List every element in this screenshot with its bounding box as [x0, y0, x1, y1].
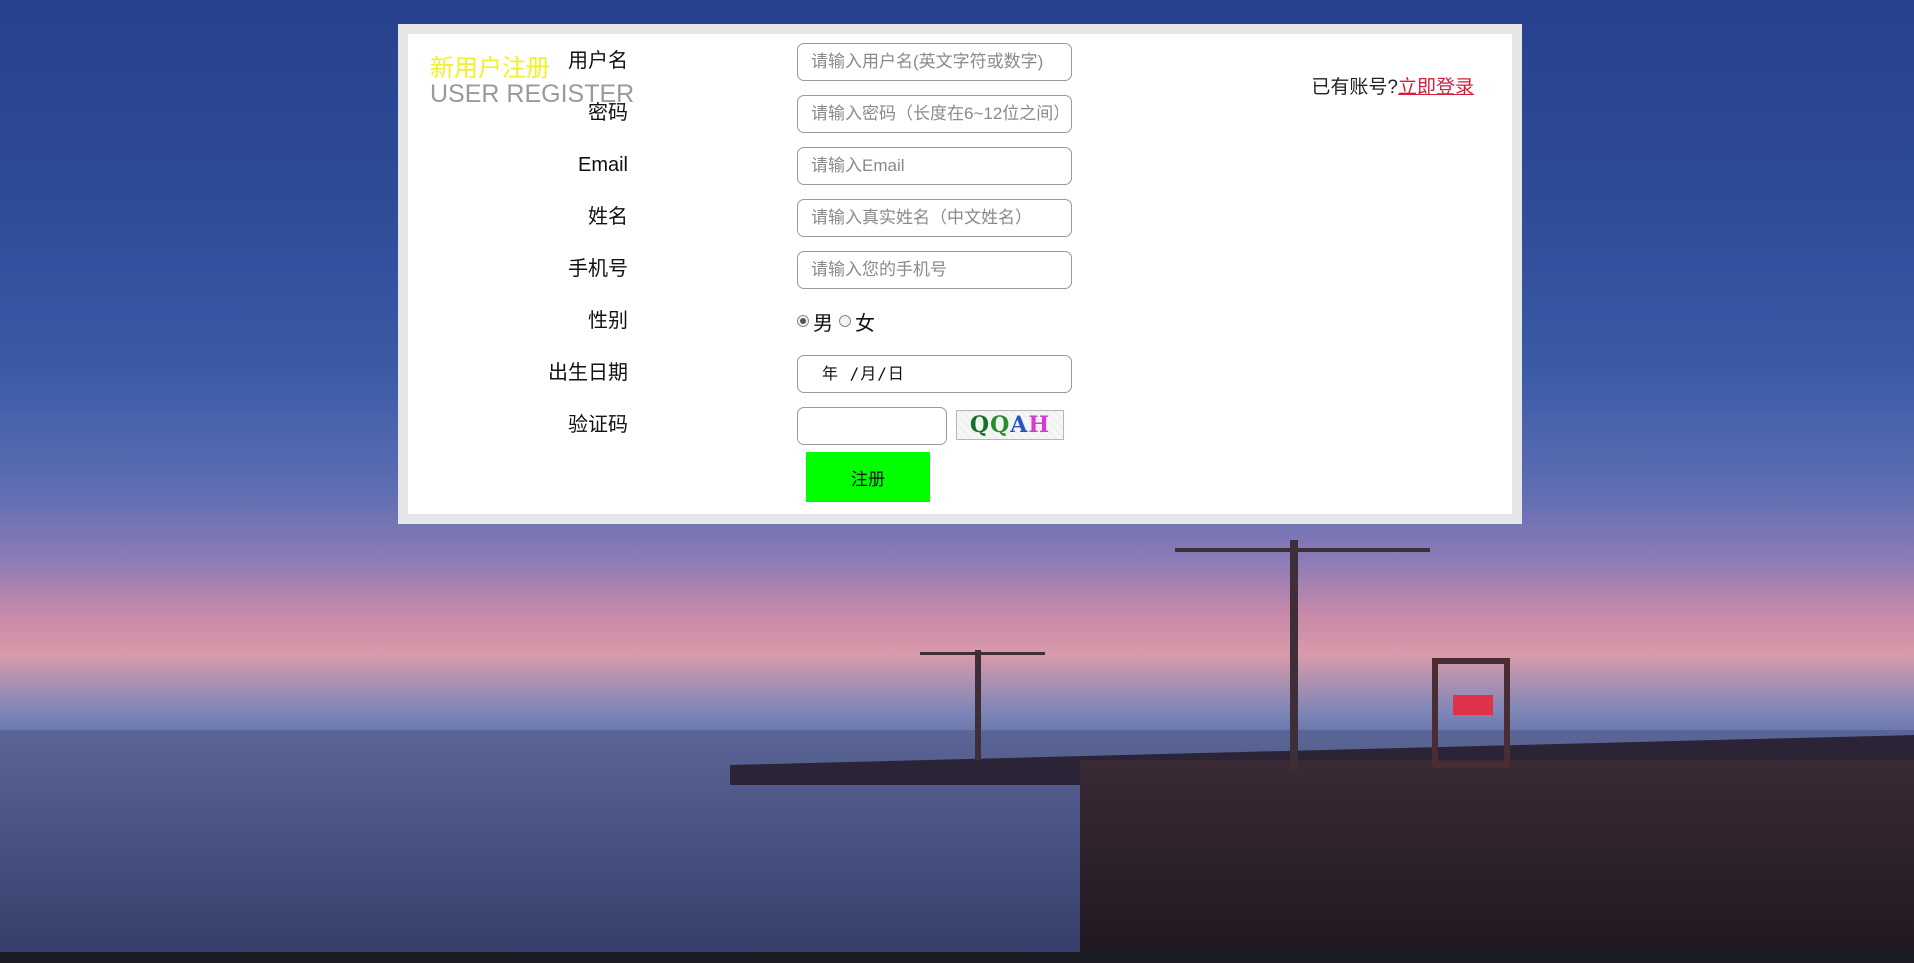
captcha-row: 验证码 QQAH — [408, 405, 1108, 445]
phone-input[interactable] — [797, 251, 1072, 289]
background-light-pole-small-bar — [920, 652, 1045, 655]
gender-female-label[interactable]: 女 — [855, 307, 875, 336]
taskbar — [0, 952, 1914, 963]
username-row: 用户名 — [408, 41, 1108, 81]
gender-row: 性别 男 女 — [408, 301, 1108, 341]
background-light-pole-small — [975, 650, 981, 760]
email-label: Email — [577, 154, 628, 176]
gender-male-label[interactable]: 男 — [813, 307, 833, 336]
birthday-date-input[interactable]: 年 /月/日 — [797, 355, 1072, 393]
background-hut-light — [1453, 695, 1493, 715]
username-label: 用户名 — [568, 50, 628, 72]
email-input[interactable] — [797, 147, 1072, 185]
captcha-char-3: A — [1010, 412, 1029, 438]
register-panel: 新用户注册 USER REGISTER 已有账号?立即登录 用户名 密码 Ema… — [398, 24, 1522, 524]
login-hint-text: 已有账号? — [1311, 77, 1398, 98]
name-row: 姓名 — [408, 197, 1108, 237]
gender-male-radio[interactable] — [797, 315, 809, 327]
register-submit-button[interactable]: 注册 — [806, 452, 930, 502]
captcha-char-2: Q — [990, 412, 1011, 438]
password-label: 密码 — [588, 102, 628, 124]
password-input[interactable] — [797, 95, 1072, 133]
captcha-char-1: Q — [969, 412, 991, 438]
login-link[interactable]: 立即登录 — [1398, 77, 1474, 98]
background-light-pole-bar — [1175, 548, 1430, 552]
email-row: Email — [408, 145, 1108, 185]
name-input[interactable] — [797, 199, 1072, 237]
birthday-row: 出生日期 年 /月/日 — [408, 353, 1108, 393]
birthday-label: 出生日期 — [548, 362, 628, 384]
background-light-pole — [1290, 540, 1298, 770]
phone-row: 手机号 — [408, 249, 1108, 289]
gender-label: 性别 — [588, 310, 628, 332]
password-row: 密码 — [408, 93, 1108, 133]
phone-label: 手机号 — [568, 258, 628, 280]
captcha-label: 验证码 — [568, 414, 628, 436]
captcha-image[interactable]: QQAH — [956, 410, 1064, 440]
captcha-input[interactable] — [797, 407, 947, 445]
register-panel-inner: 新用户注册 USER REGISTER 已有账号?立即登录 用户名 密码 Ema… — [408, 34, 1512, 514]
submit-row: 注册 — [408, 452, 1108, 502]
gender-radio-group: 男 女 — [797, 301, 881, 341]
captcha-char-4: H — [1028, 412, 1051, 438]
username-input[interactable] — [797, 43, 1072, 81]
login-hint: 已有账号?立即登录 — [1311, 72, 1474, 99]
background-pier-deck — [1080, 760, 1914, 963]
gender-female-radio[interactable] — [839, 315, 851, 327]
name-label: 姓名 — [588, 206, 628, 228]
